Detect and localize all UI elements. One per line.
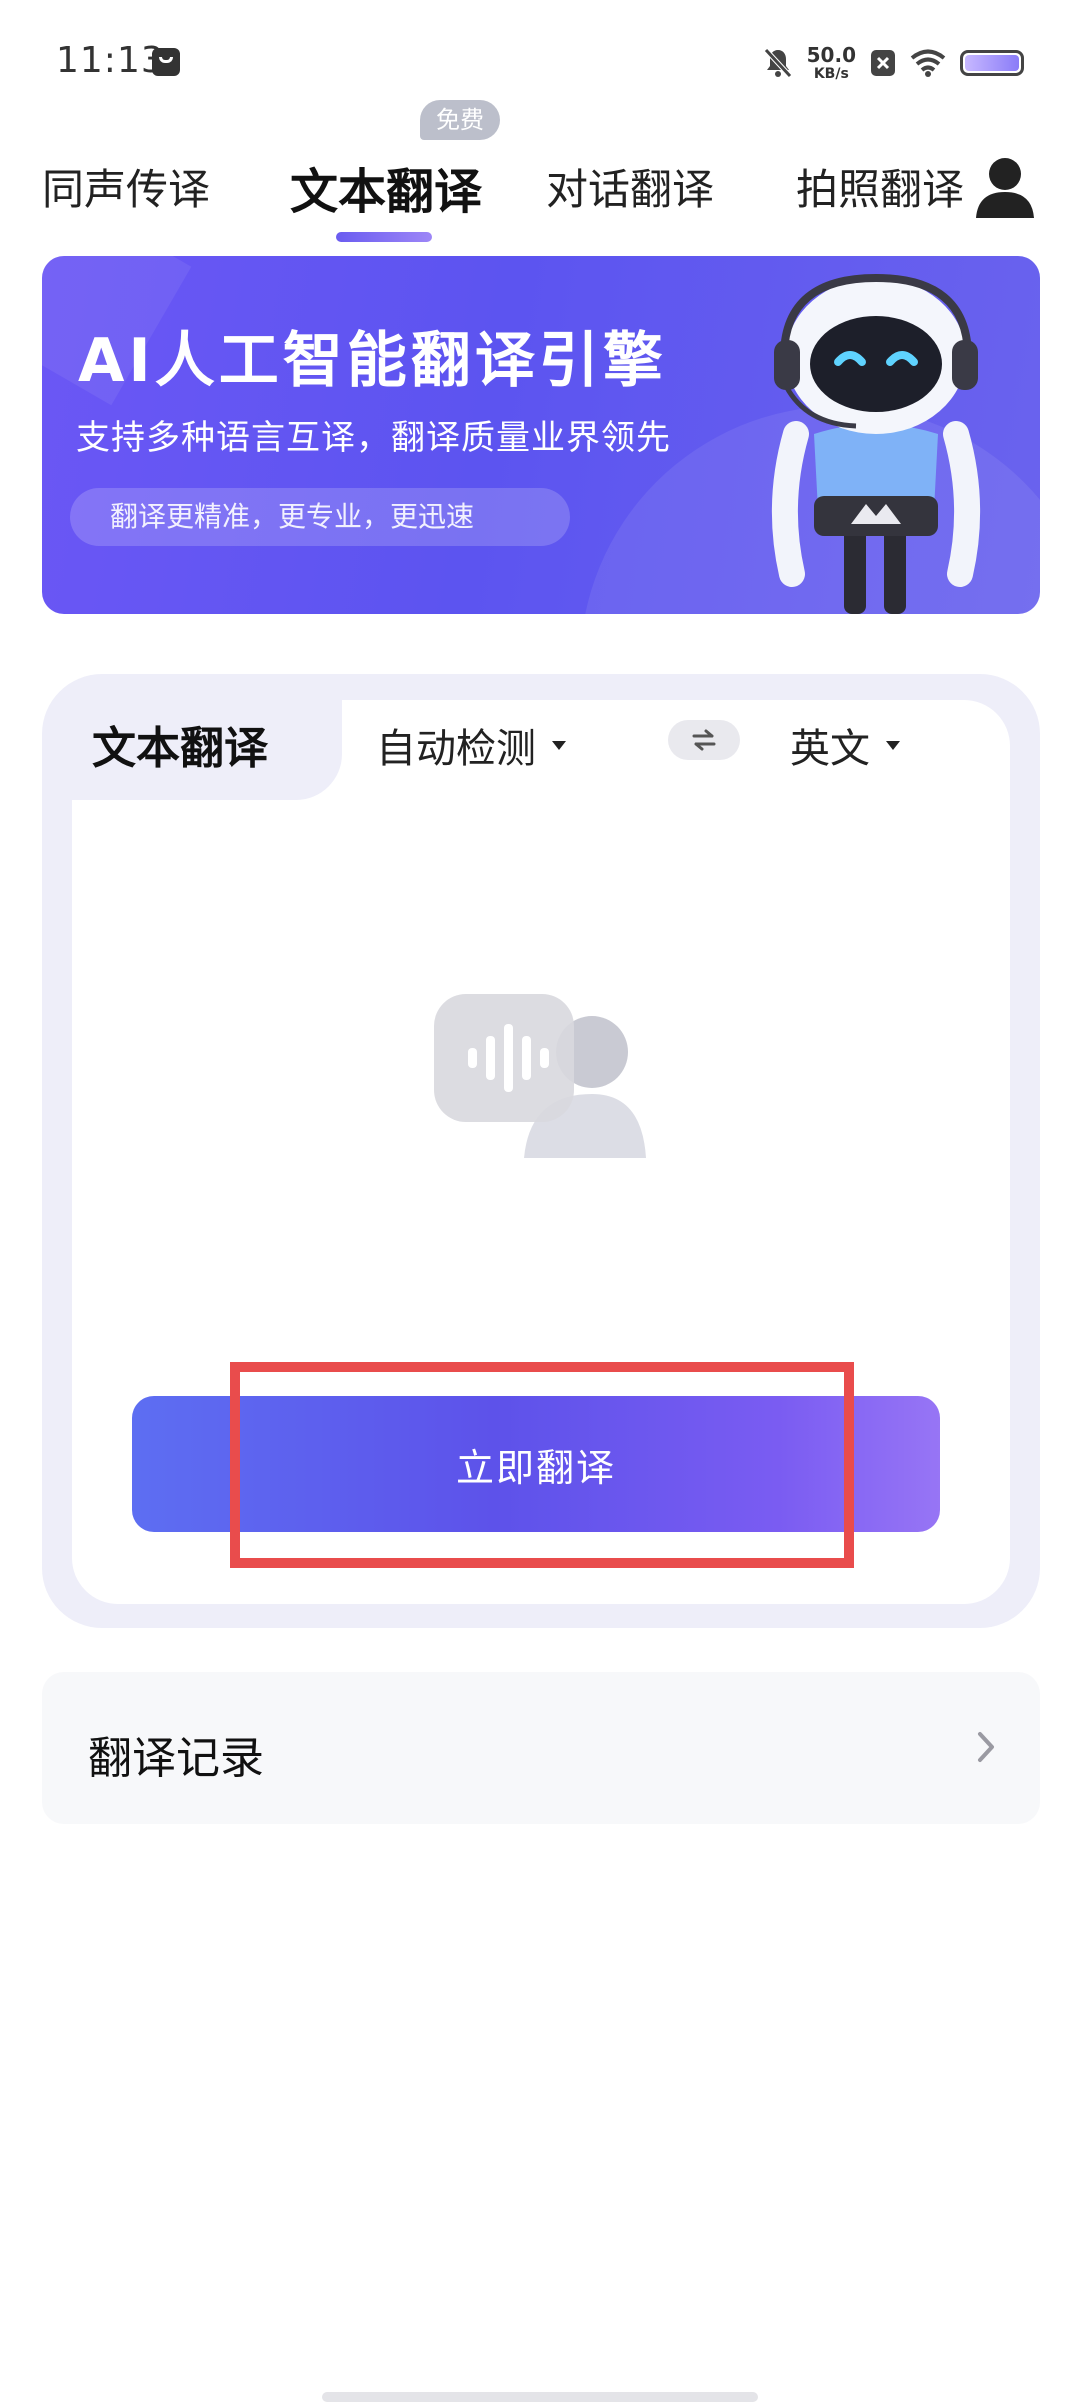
- caret-down-icon: [552, 740, 566, 750]
- source-language-select[interactable]: 自动检测: [376, 716, 566, 774]
- source-language-label: 自动检测: [376, 726, 536, 772]
- message-icon: [152, 48, 180, 76]
- promo-banner[interactable]: AI人工智能翻译引擎 支持多种语言互译，翻译质量业界领先 翻译更精准，更专业，更…: [42, 256, 1040, 614]
- wifi-icon: [910, 49, 946, 77]
- battery-icon: [960, 50, 1024, 76]
- home-indicator[interactable]: [322, 2392, 758, 2402]
- chevron-right-icon: [978, 1732, 994, 1762]
- translation-history-row[interactable]: 翻译记录: [42, 1672, 1040, 1824]
- status-icons: 50.0 KB/s: [763, 40, 1024, 86]
- swap-icon: [692, 729, 716, 751]
- network-speed: 50.0 KB/s: [807, 45, 856, 81]
- close-box-icon: [870, 49, 896, 77]
- tab-text-translation[interactable]: 文本翻译: [290, 152, 482, 222]
- translate-now-button[interactable]: 立即翻译: [132, 1396, 940, 1532]
- bell-off-icon: [763, 47, 793, 79]
- user-profile-icon[interactable]: [970, 152, 1040, 222]
- status-time: 11:13: [56, 40, 165, 81]
- target-language-label: 英文: [790, 726, 870, 772]
- free-badge: 免费: [420, 100, 500, 140]
- swap-languages-button[interactable]: [668, 720, 740, 760]
- banner-title: AI人工智能翻译引擎: [78, 326, 667, 396]
- top-tabs: 免费 同声传译 文本翻译 对话翻译 拍照翻译: [0, 100, 1080, 250]
- caret-down-icon: [886, 740, 900, 750]
- target-language-select[interactable]: 英文: [790, 716, 900, 774]
- card-tab-label: 文本翻译: [92, 723, 268, 774]
- translation-history-label: 翻译记录: [88, 1733, 264, 1784]
- translator-home-screen: 11:13 50.0 KB/s 免费 同声传译 文本翻译 对话翻译 拍照翻译 A…: [0, 0, 1080, 2408]
- banner-pill: 翻译更精准，更专业，更迅速: [70, 488, 570, 546]
- tab-photo-translation[interactable]: 拍照翻译: [796, 156, 964, 217]
- network-speed-value: 50.0: [806, 43, 856, 67]
- network-speed-unit: KB/s: [813, 66, 849, 82]
- active-tab-indicator: [336, 232, 432, 242]
- voice-chat-placeholder-icon: [434, 994, 646, 1158]
- banner-subtitle: 支持多种语言互译，翻译质量业界领先: [76, 418, 671, 458]
- tab-simultaneous-interpretation[interactable]: 同声传译: [42, 156, 210, 217]
- tab-dialogue-translation[interactable]: 对话翻译: [546, 156, 714, 217]
- robot-mascot-icon: [771, 274, 981, 614]
